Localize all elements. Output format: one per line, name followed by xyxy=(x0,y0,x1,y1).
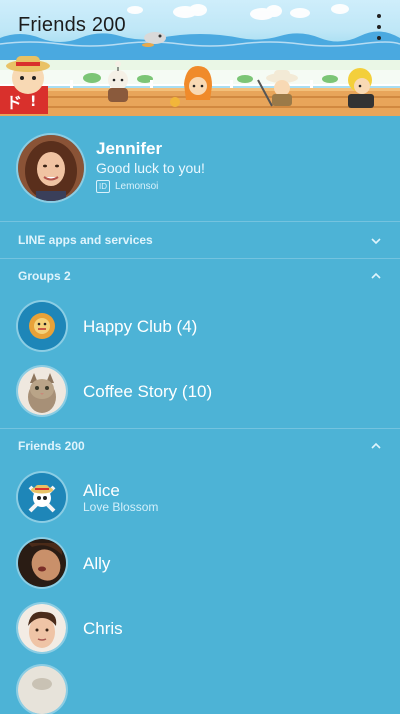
divider xyxy=(0,221,400,222)
friend-avatar xyxy=(18,604,66,652)
group-avatar xyxy=(18,367,66,415)
section-groups[interactable]: Groups 2 xyxy=(18,269,71,283)
friend-item-alice[interactable]: Alice Love Blossom xyxy=(0,465,400,529)
header-banner: ド ! Friends 200 xyxy=(0,0,400,116)
friend-name: Alice xyxy=(83,481,120,500)
friend-item-chris[interactable]: Chris xyxy=(0,596,400,660)
chevron-down-icon[interactable] xyxy=(370,235,382,247)
friend-avatar xyxy=(18,539,66,587)
profile-status-message: Good luck to you! xyxy=(96,160,205,176)
friend-item-ally[interactable]: Ally xyxy=(0,531,400,595)
more-menu-icon[interactable] xyxy=(372,14,386,40)
friend-name: Ally xyxy=(83,554,111,573)
my-profile-row[interactable]: Jennifer Good luck to you! ID Lemonsoi xyxy=(0,116,400,221)
divider xyxy=(0,258,400,259)
friend-name: Chris xyxy=(83,619,123,638)
section-line-apps[interactable]: LINE apps and services xyxy=(18,233,153,247)
chevron-up-icon[interactable] xyxy=(370,440,382,452)
group-name: Coffee Story (10) xyxy=(83,382,213,401)
friend-avatar xyxy=(18,473,66,521)
profile-name: Jennifer xyxy=(96,139,163,158)
group-name: Happy Club (4) xyxy=(83,317,198,336)
group-item-coffee-story[interactable]: Coffee Story (10) xyxy=(0,359,400,423)
group-avatar xyxy=(18,302,66,350)
profile-id-value: Lemonsoi xyxy=(115,181,159,192)
svg-text:!: ! xyxy=(30,94,36,110)
page-title: Friends 200 xyxy=(18,14,126,36)
divider xyxy=(0,428,400,429)
svg-text:ド: ド xyxy=(6,93,22,112)
profile-id-line: ID Lemonsoi xyxy=(96,180,158,193)
section-friends[interactable]: Friends 200 xyxy=(18,439,85,453)
id-tag: ID xyxy=(96,180,110,193)
friend-avatar-partial[interactable] xyxy=(18,666,66,714)
profile-avatar xyxy=(18,135,84,201)
friend-status-message: Love Blossom xyxy=(83,500,159,514)
group-item-happy-club[interactable]: Happy Club (4) xyxy=(0,294,400,358)
chevron-up-icon[interactable] xyxy=(370,270,382,282)
